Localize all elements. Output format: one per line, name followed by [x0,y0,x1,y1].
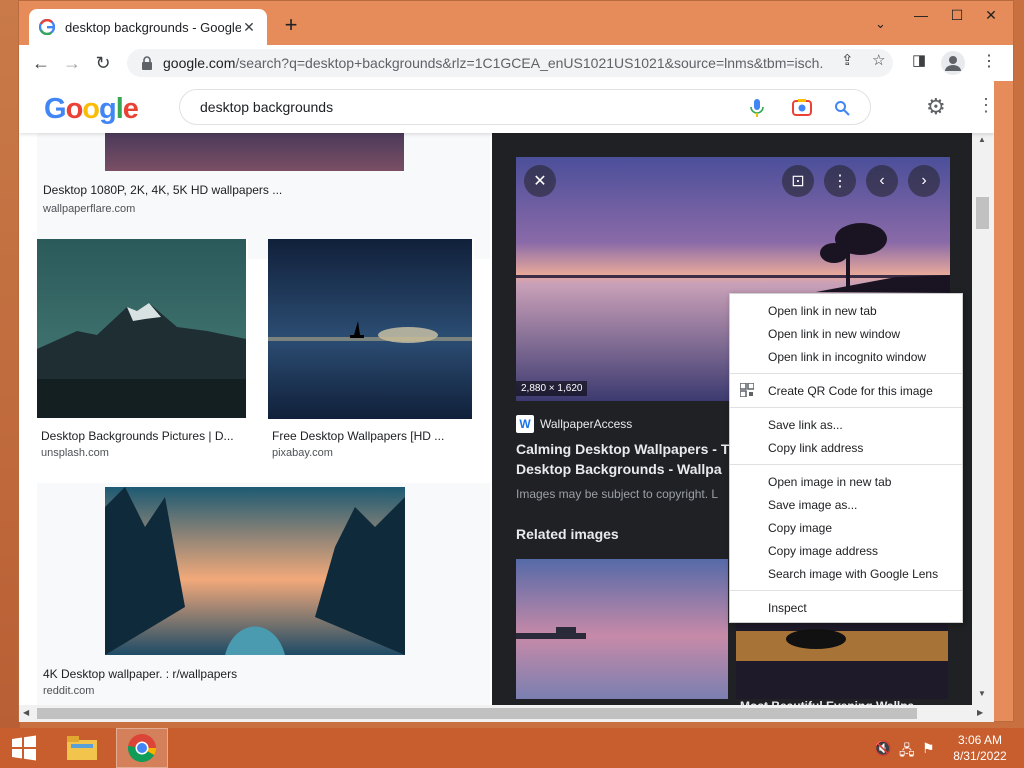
result-title[interactable]: Desktop 1080P, 2K, 4K, 5K HD wallpapers … [43,183,343,197]
preview-title[interactable]: Calming Desktop Wallpapers - T Desktop B… [516,439,730,479]
tab-search-chevron-icon[interactable]: ⌄ [875,16,886,32]
source-site-name: WallpaperAccess [540,417,633,431]
new-tab-button[interactable]: + [279,13,303,37]
menu-separator [730,464,962,465]
menu-search-google-lens[interactable]: Search image with Google Lens [730,562,962,585]
menu-separator [730,407,962,408]
menu-inspect[interactable]: Inspect [730,596,962,619]
menu-open-link-new-window[interactable]: Open link in new window [730,322,962,345]
result-image[interactable] [268,239,472,419]
lock-icon [142,56,152,70]
menu-save-image-as[interactable]: Save image as... [730,493,962,516]
settings-gear-icon[interactable]: ⚙ [926,94,946,120]
tab-title: desktop backgrounds - Google Search [65,19,241,35]
source-site-row[interactable]: W WallpaperAccess [516,415,632,433]
desktop-background [0,0,20,728]
close-window-button[interactable]: ✕ [969,1,1013,29]
profile-avatar[interactable] [941,51,965,75]
microphone-icon[interactable] [750,98,764,118]
result-image[interactable] [37,239,246,418]
network-icon[interactable]: 🖧 [899,740,915,764]
result-source: pixabay.com [272,447,333,459]
image-dimensions-badge: 2,880 × 1,620 [516,381,588,396]
scroll-up-arrow-icon[interactable]: ▲ [978,135,986,144]
menu-separator [730,590,962,591]
menu-save-link-as[interactable]: Save link as... [730,413,962,436]
result-image[interactable] [105,133,404,171]
menu-copy-link-address[interactable]: Copy link address [730,436,962,459]
google-header: Google ⚙ ⋮⋮ [19,81,994,133]
menu-create-qr-code[interactable]: Create QR Code for this image [730,379,962,402]
result-source: unsplash.com [41,447,109,459]
related-image[interactable] [516,559,728,699]
more-options-icon[interactable]: ⋮ [824,165,856,197]
scroll-down-arrow-icon[interactable]: ▼ [978,689,986,698]
search-input[interactable] [200,99,720,115]
result-title[interactable]: Free Desktop Wallpapers [HD ... [272,429,472,443]
url-text: google.com/search?q=desktop+backgrounds&… [163,55,823,71]
tab-strip: desktop backgrounds - Google Search ✕ + … [19,1,1013,45]
folder-icon [67,736,97,760]
result-card[interactable]: 4K Desktop wallpaper. : r/wallpapers red… [37,483,490,705]
result-source: wallpaperflare.com [43,203,136,215]
previous-image-icon[interactable]: ‹ [866,165,898,197]
chrome-logo-icon [128,734,156,762]
taskbar-clock[interactable]: 3:06 AM 8/31/2022 [944,732,1016,764]
next-image-icon[interactable]: › [908,165,940,197]
google-search-box [179,89,871,125]
result-title[interactable]: Desktop Backgrounds Pictures | D... [41,429,241,443]
menu-open-image-new-tab[interactable]: Open image in new tab [730,470,962,493]
google-lens-icon[interactable]: ⊡ [782,165,814,197]
horizontal-scrollbar[interactable]: ◀ ▶ [19,705,994,722]
qr-code-icon [740,383,754,397]
related-images-heading: Related images [516,526,619,542]
result-title[interactable]: 4K Desktop wallpaper. : r/wallpapers [43,667,343,681]
result-card[interactable]: Desktop Backgrounds Pictures | D... unsp… [37,239,248,463]
taskbar: 🔇 🖧 ⚑ 3:06 AM 8/31/2022 [0,728,1024,768]
browser-toolbar: ← → ↻ google.com/search?q=desktop+backgr… [19,45,1013,81]
menu-copy-image[interactable]: Copy image [730,516,962,539]
result-image[interactable] [105,487,405,655]
result-card[interactable]: Free Desktop Wallpapers [HD ... pixabay.… [268,239,474,463]
google-favicon-icon [39,19,55,35]
context-menu: Open link in new tab Open link in new wi… [729,293,963,623]
menu-open-link-new-tab[interactable]: Open link in new tab [730,299,962,322]
vertical-scroll-thumb[interactable] [976,197,989,229]
scroll-right-arrow-icon[interactable]: ▶ [977,708,983,717]
forward-arrow-icon[interactable]: → [60,51,84,75]
scroll-left-arrow-icon[interactable]: ◀ [23,708,29,717]
search-icon[interactable] [834,100,850,116]
horizontal-scroll-thumb[interactable] [37,708,917,719]
tab-google-search[interactable]: desktop backgrounds - Google Search ✕ [29,9,267,45]
action-center-flag-icon[interactable]: ⚑ [922,740,935,757]
result-source: reddit.com [43,685,95,697]
menu-copy-image-address[interactable]: Copy image address [730,539,962,562]
taskbar-file-explorer[interactable] [56,728,108,768]
reload-icon[interactable]: ↻ [91,51,115,75]
address-bar[interactable]: google.com/search?q=desktop+backgrounds&… [127,49,893,77]
menu-open-link-incognito[interactable]: Open link in incognito window [730,345,962,368]
windows-logo-icon [12,735,36,761]
image-results-grid: Desktop 1080P, 2K, 4K, 5K HD wallpapers … [19,133,491,705]
side-panel-icon[interactable]: ◨ [912,51,926,69]
share-icon[interactable]: ⇪ [841,51,854,69]
start-button[interactable] [0,728,48,768]
wallpaperaccess-logo-icon: W [516,415,534,433]
tab-close-icon[interactable]: ✕ [241,19,257,36]
taskbar-chrome[interactable] [116,728,168,768]
close-preview-icon[interactable]: ✕ [524,165,556,197]
google-logo[interactable]: Google [44,93,139,126]
browser-menu-icon[interactable]: ⋮ [981,51,997,71]
profile-icon [945,56,961,71]
back-arrow-icon[interactable]: ← [29,51,53,75]
volume-muted-icon[interactable]: 🔇 [874,740,891,757]
google-apps-icon[interactable]: ⋮⋮ [977,95,994,116]
copyright-notice: Images may be subject to copyright. L [516,487,719,501]
bookmark-star-icon[interactable]: ☆ [872,51,885,69]
camera-lens-icon[interactable] [792,98,812,116]
vertical-scrollbar[interactable]: ▲ ▼ [972,133,994,705]
menu-separator [730,373,962,374]
